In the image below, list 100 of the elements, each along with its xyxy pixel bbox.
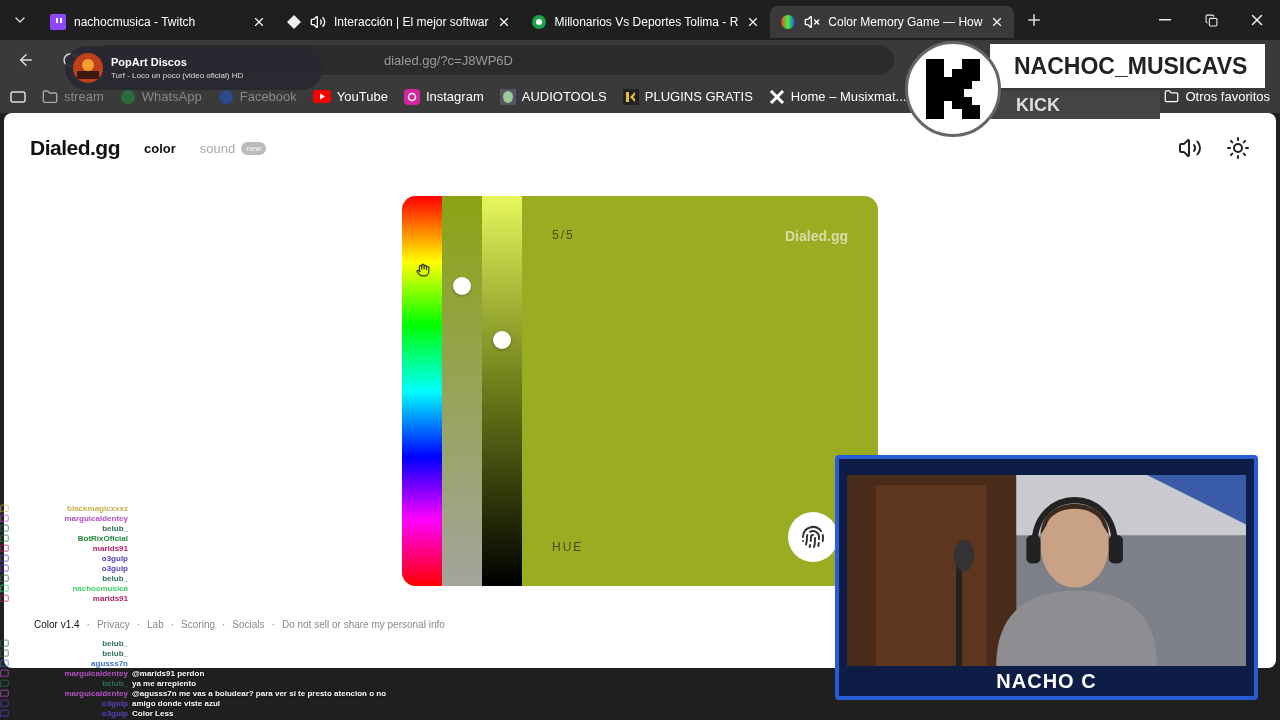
hue-slider[interactable] bbox=[402, 196, 442, 586]
whatsapp-logo-icon bbox=[119, 88, 136, 105]
chat-username: marguicaldentey bbox=[63, 513, 128, 523]
fingerprint-icon bbox=[801, 525, 825, 549]
youtube-logo-icon bbox=[312, 90, 331, 103]
separator-dot: · bbox=[136, 619, 141, 630]
chat-badge-icon bbox=[0, 583, 9, 593]
chat-message: @marids91 perdon bbox=[132, 668, 205, 678]
browser-tab[interactable]: Millonarios Vs Deportes Tolima - R bbox=[520, 6, 771, 38]
bookmark[interactable]: Home – Musixmat... bbox=[768, 88, 907, 105]
chat-badge-icon bbox=[0, 523, 9, 533]
separator-dot: · bbox=[271, 619, 275, 630]
chat-badge-icon bbox=[0, 553, 9, 563]
chat-badge-icon bbox=[0, 668, 9, 678]
chat-username: o3gulp bbox=[100, 698, 128, 708]
bookmark[interactable]: Instagram bbox=[403, 88, 484, 105]
chat-username: o3gulp bbox=[100, 563, 128, 573]
chat-message: ya me arrepiento bbox=[132, 678, 197, 688]
chat-username: o3gulp bbox=[100, 708, 128, 718]
other-bookmarks[interactable]: Otros favoritos bbox=[1164, 89, 1270, 104]
footer-link[interactable]: Lab bbox=[147, 619, 164, 630]
round-counter: 5/5 bbox=[552, 228, 575, 244]
twitch-logo-icon bbox=[50, 14, 66, 30]
soccer-ball-icon bbox=[530, 14, 547, 30]
saturation-slider[interactable] bbox=[442, 196, 482, 586]
tabs-icon[interactable] bbox=[10, 90, 26, 103]
chat-message: @agusss7n me vas a boludear? para ver si te presto atencion o no bbox=[132, 688, 387, 698]
chat-badge-icon bbox=[0, 638, 9, 648]
restore-icon bbox=[1204, 13, 1218, 27]
facebook-logo-icon bbox=[217, 88, 234, 105]
muted-speaker-icon[interactable] bbox=[804, 14, 821, 30]
bookmark[interactable]: AUDIOTOOLS bbox=[499, 88, 607, 105]
chat-username: belub_ bbox=[101, 523, 128, 533]
chat-username: marguicaldentey bbox=[63, 668, 128, 678]
card-brand: Dialed.gg bbox=[785, 228, 848, 244]
chat-badge-icon bbox=[0, 648, 9, 658]
browser-tab[interactable]: Color Memory Game — How bbox=[770, 6, 1015, 38]
chat-message: amigo donde viste azul bbox=[132, 698, 220, 708]
chat-badge-icon bbox=[0, 543, 9, 553]
site-logo[interactable]: Dialed.gg bbox=[30, 136, 120, 160]
diamond-logo-icon bbox=[286, 14, 302, 30]
browser-tab[interactable]: Interacción | El mejor softwar bbox=[276, 6, 521, 38]
bookmark[interactable]: YouTube bbox=[312, 89, 388, 104]
footer-link[interactable]: Do not sell or share my personal info bbox=[281, 619, 445, 630]
bookmark[interactable]: PLUGINS GRATIS bbox=[622, 88, 753, 105]
chat-badge-icon bbox=[0, 563, 9, 573]
chat-username: marids91 bbox=[91, 593, 128, 603]
browser-tab[interactable]: nachocmusica - Twitch bbox=[40, 6, 276, 38]
chat-username: marguicaldentey bbox=[63, 688, 128, 698]
chat-badge-icon bbox=[0, 708, 9, 718]
chat-username: belub_ bbox=[101, 573, 128, 583]
chat-badge-icon bbox=[0, 678, 9, 688]
minimize-icon bbox=[1159, 19, 1171, 21]
chat-badge-icon bbox=[0, 688, 9, 698]
speaker-icon[interactable] bbox=[310, 14, 326, 30]
footer-link[interactable]: Color v1.4 bbox=[34, 619, 80, 630]
chat-username: belub_ bbox=[101, 648, 128, 658]
chat-username: agusss7n bbox=[90, 658, 128, 668]
separator-dot: · bbox=[222, 619, 226, 630]
channel-name: NACHOC_MUSICAVS bbox=[990, 44, 1265, 88]
color-wheel-icon bbox=[780, 14, 797, 30]
chat-username: nachocmusica bbox=[71, 583, 128, 593]
chat-username: belub_ bbox=[101, 638, 128, 648]
new-badge: new bbox=[241, 141, 266, 155]
folder-icon bbox=[42, 88, 58, 105]
mode-label: HUE bbox=[552, 540, 585, 554]
folder-icon bbox=[1164, 89, 1180, 104]
footer-link[interactable]: Socials bbox=[232, 619, 265, 630]
brightness-slider[interactable] bbox=[482, 196, 522, 586]
chat-badge-icon bbox=[0, 593, 9, 603]
instagram-logo-icon bbox=[403, 88, 420, 105]
k-logo-icon bbox=[622, 88, 639, 105]
chat-username: marids91 bbox=[91, 543, 128, 553]
footer-link[interactable]: Scoring bbox=[181, 619, 215, 630]
chat-message: Color Less bbox=[132, 708, 174, 718]
slider-thumb[interactable] bbox=[453, 276, 471, 295]
chat-badge-icon bbox=[0, 513, 9, 523]
chat-badge-icon bbox=[0, 658, 9, 668]
chat-username: o3gulp bbox=[100, 553, 128, 563]
chat-badge-icon bbox=[0, 698, 9, 708]
chat-username: BotRixOficial bbox=[76, 533, 128, 543]
x-logo-icon bbox=[768, 88, 785, 105]
separator-dot: · bbox=[86, 619, 90, 630]
chat-badge-icon bbox=[0, 573, 9, 583]
album-art-icon bbox=[73, 53, 103, 83]
separator-dot: · bbox=[170, 619, 175, 630]
speaker-icon[interactable] bbox=[1178, 136, 1202, 160]
chat-badge-icon bbox=[0, 503, 9, 513]
sun-icon[interactable] bbox=[1226, 136, 1250, 160]
chat-badge-icon bbox=[0, 533, 9, 543]
nav-link[interactable]: color bbox=[144, 140, 176, 156]
submit-button[interactable] bbox=[788, 512, 838, 562]
slider-thumb[interactable] bbox=[493, 331, 511, 350]
media-notification[interactable]: PopArt Discos Turf - Loco un poco (video oficial) HD bbox=[65, 46, 323, 90]
footer-link[interactable]: Privacy bbox=[96, 619, 130, 630]
chat-username: blackmagicxxxz bbox=[66, 503, 128, 513]
platform-label: KICK bbox=[990, 91, 1160, 119]
close-icon[interactable] bbox=[252, 15, 266, 29]
chat-username: belub_ bbox=[101, 678, 128, 688]
notification-title: PopArt Discos bbox=[111, 56, 188, 68]
